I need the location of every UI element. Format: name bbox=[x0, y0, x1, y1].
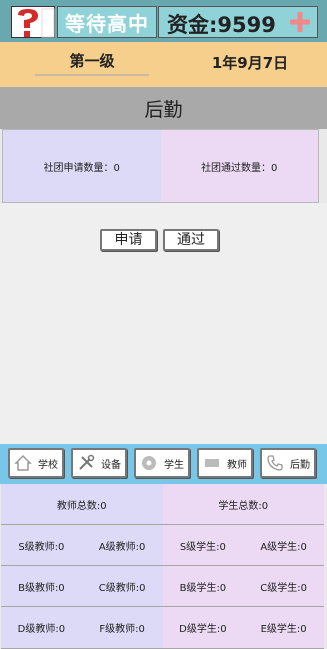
nav-students[interactable]: 学生 bbox=[134, 448, 190, 478]
student-d-count: D级学生:0 bbox=[162, 607, 244, 649]
top-bar: 等待高中 资金:9599 bbox=[0, 0, 327, 42]
home-icon bbox=[13, 453, 33, 473]
teacher-s-count: S级教师:0 bbox=[1, 525, 82, 566]
summary-panel: 教师总数:0 学生总数:0 S级教师:0 A级教师:0 S级学生:0 A级学生:… bbox=[0, 484, 327, 649]
nav-teachers-label: 教师 bbox=[227, 459, 247, 471]
fund-display: 资金:9599 bbox=[158, 6, 318, 38]
phone-icon bbox=[265, 453, 285, 473]
bottom-nav: 学校 设备 学生 教师 后勤 bbox=[0, 444, 327, 484]
card-icon bbox=[202, 453, 222, 473]
game-date: 1年9月7日 bbox=[211, 54, 289, 72]
add-fund-icon[interactable] bbox=[287, 7, 313, 37]
help-button[interactable] bbox=[11, 6, 55, 38]
teacher-f-count: F级教师:0 bbox=[81, 607, 163, 649]
apply-button[interactable]: 申请 bbox=[100, 229, 157, 251]
question-mark-icon bbox=[18, 8, 55, 38]
teacher-c-count: C级教师:0 bbox=[81, 566, 163, 607]
nav-equipment[interactable]: 设备 bbox=[71, 448, 127, 478]
student-a-count: A级学生:0 bbox=[243, 525, 324, 566]
student-c-count: C级学生:0 bbox=[243, 566, 324, 607]
disc-icon bbox=[139, 453, 159, 473]
student-total: 学生总数:0 bbox=[162, 484, 324, 525]
teacher-d-count: D级教师:0 bbox=[1, 607, 82, 649]
teacher-total: 教师总数:0 bbox=[1, 484, 163, 525]
level-bar: 第一级 1年9月7日 bbox=[0, 42, 327, 87]
school-status: 等待高中 bbox=[57, 6, 157, 38]
tools-icon bbox=[76, 453, 96, 473]
teacher-a-count: A级教师:0 bbox=[81, 525, 163, 566]
nav-equipment-label: 设备 bbox=[101, 459, 121, 471]
level-label[interactable]: 第一级 bbox=[35, 50, 149, 76]
approve-button[interactable]: 通过 bbox=[163, 229, 219, 251]
nav-school-label: 学校 bbox=[38, 459, 58, 471]
summary-grid: 教师总数:0 学生总数:0 S级教师:0 A级教师:0 S级学生:0 A级学生:… bbox=[1, 484, 324, 649]
nav-logistics-label: 后勤 bbox=[290, 459, 310, 471]
fund-label: 资金:9599 bbox=[167, 13, 276, 37]
student-e-count: E级学生:0 bbox=[243, 607, 324, 649]
main-panel: 申请 通过 bbox=[0, 203, 327, 444]
teacher-b-count: B级教师:0 bbox=[1, 566, 82, 607]
club-stats: 社团申请数量：0 社团通过数量：0 bbox=[2, 129, 319, 203]
nav-teachers[interactable]: 教师 bbox=[197, 448, 253, 478]
nav-logistics[interactable]: 后勤 bbox=[260, 448, 316, 478]
section-title: 后勤 bbox=[0, 87, 327, 129]
student-b-count: B级学生:0 bbox=[162, 566, 244, 607]
club-applications-count: 社团申请数量：0 bbox=[3, 130, 161, 202]
nav-students-label: 学生 bbox=[164, 459, 184, 471]
student-s-count: S级学生:0 bbox=[162, 525, 244, 566]
nav-school[interactable]: 学校 bbox=[8, 448, 64, 478]
club-approved-count: 社团通过数量：0 bbox=[160, 130, 318, 202]
